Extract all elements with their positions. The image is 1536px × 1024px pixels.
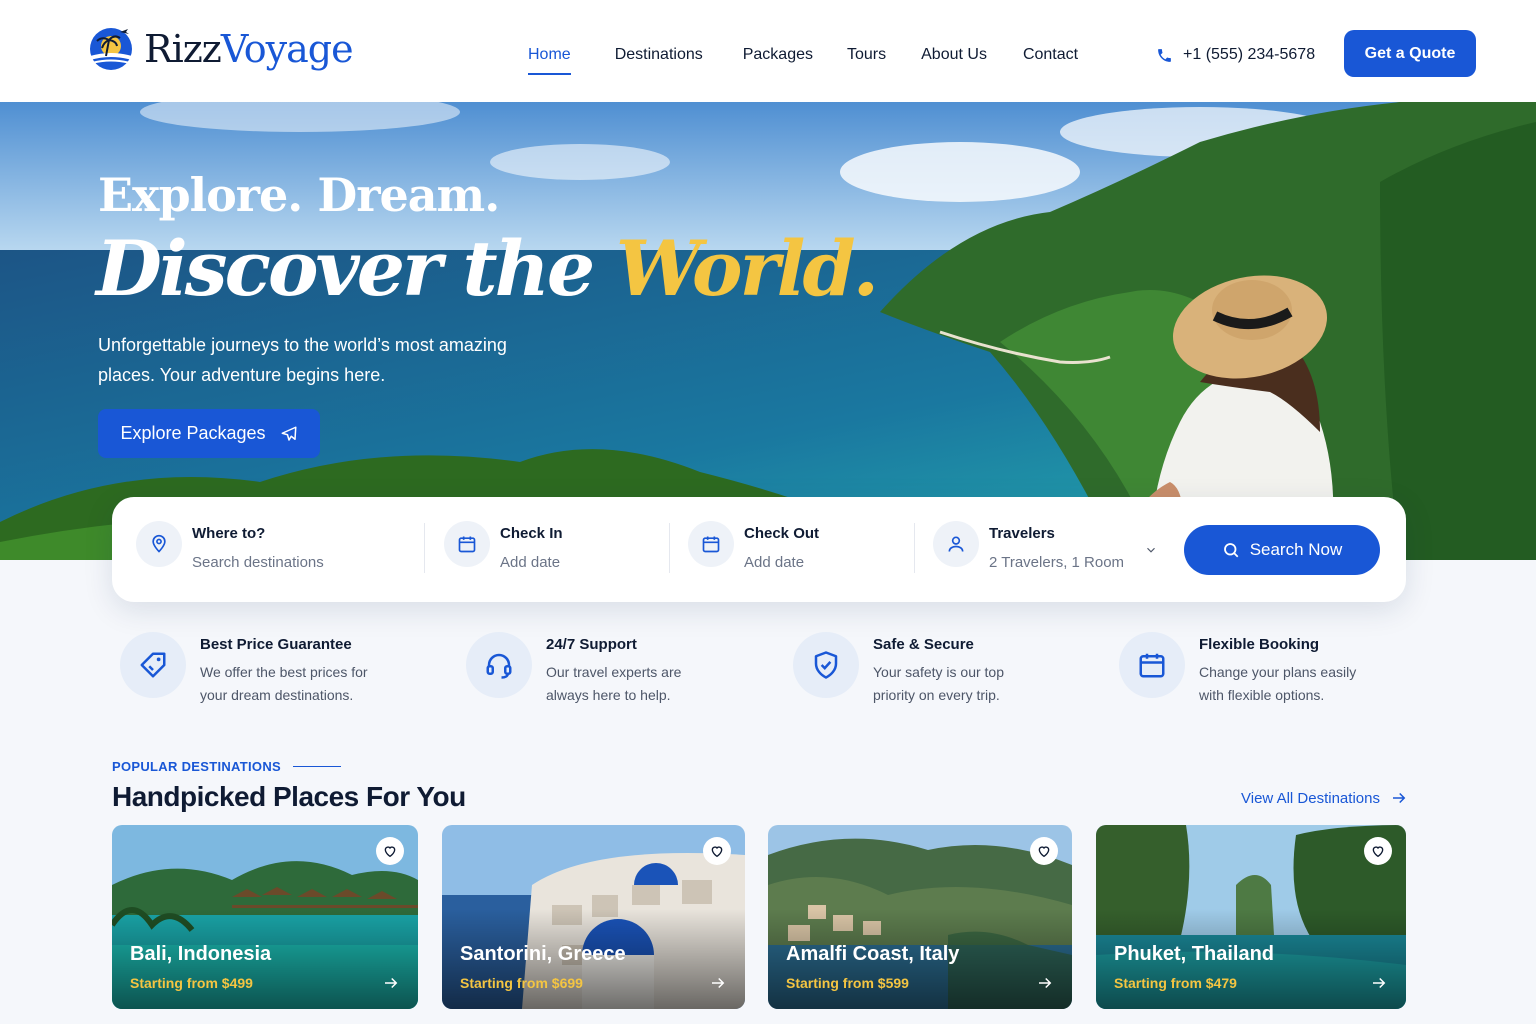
check-out-label: Check Out [744,525,820,542]
user-icon [933,521,979,567]
calendar-icon [688,521,734,567]
feature-best-price: Best Price Guarantee We offer the best p… [120,632,390,707]
nav-tours[interactable]: Tours [847,46,886,64]
phone-contact[interactable]: +1 (555) 234-5678 [1156,46,1315,64]
card-title: Santorini, Greece [460,943,626,965]
card-title: Bali, Indonesia [130,943,272,965]
headset-icon [466,632,532,698]
view-all-destinations-link[interactable]: View All Destinations [1241,789,1408,807]
feature-flexible-booking: Flexible Booking Change your plans easil… [1119,632,1369,707]
nav-destinations[interactable]: Destinations [615,46,703,64]
section-title: Handpicked Places For You [112,781,466,812]
brand-logo[interactable]: RizzVoyage [88,26,354,72]
shield-check-icon [793,632,859,698]
phone-number: +1 (555) 234-5678 [1183,46,1316,63]
destination-card-amalfi[interactable]: Amalfi Coast, Italy Starting from $599 [768,825,1072,1009]
where-to-label: Where to? [192,525,266,542]
feature-description: Your safety is our top priority on every… [873,664,1005,703]
feature-title: 24/7 Support [546,636,637,653]
feature-description: Change your plans easily with flexible o… [1199,664,1357,703]
where-to-field[interactable]: Where to? Search destinations [136,521,324,571]
nav-about-us[interactable]: About Us [921,46,987,64]
feature-support: 24/7 Support Our travel experts are alwa… [466,632,706,707]
eyebrow-text: POPULAR DESTINATIONS [112,759,281,774]
card-price: Starting from $499 [130,975,253,991]
airplane-icon [281,426,297,441]
feature-safe-secure: Safe & Secure Your safety is our top pri… [793,632,1023,707]
favorite-heart-icon[interactable] [703,837,731,865]
travelers-label: Travelers [989,525,1055,542]
divider [914,523,915,573]
arrow-right-icon[interactable] [709,974,727,992]
check-out-placeholder: Add date [744,554,805,571]
main-menu: Home Destinations Packages Tours About U… [528,46,1078,75]
card-price: Starting from $599 [786,975,909,991]
check-in-placeholder: Add date [500,554,561,571]
nav-packages[interactable]: Packages [743,46,813,64]
check-in-label: Check In [500,525,563,542]
get-quote-button[interactable]: Get a Quote [1344,30,1476,77]
card-price: Starting from $479 [1114,975,1237,991]
arrow-right-icon[interactable] [1370,974,1388,992]
arrow-right-icon [1392,792,1406,804]
divider [424,523,425,573]
location-pin-icon [136,521,182,567]
card-title: Amalfi Coast, Italy [786,943,960,965]
price-tag-icon [120,632,186,698]
arrow-right-icon[interactable] [1036,974,1054,992]
where-to-placeholder: Search destinations [192,554,324,571]
top-navbar: RizzVoyage Home Destinations Packages To… [0,0,1536,102]
hero-heading-line1: Explore. Dream. [98,168,500,222]
search-now-button[interactable]: Search Now [1184,525,1380,575]
hero-section: Explore. Dream. Discover the World. Unfo… [0,102,1536,560]
favorite-heart-icon[interactable] [1364,837,1392,865]
hero-heading-line2: Discover the World. [96,224,879,313]
feature-description: Our travel experts are always here to he… [546,664,682,703]
destination-card-phuket[interactable]: Phuket, Thailand Starting from $479 [1096,825,1406,1009]
chevron-down-icon[interactable] [1144,543,1158,557]
explore-packages-label: Explore Packages [120,423,266,443]
arrow-right-icon[interactable] [382,974,400,992]
card-title: Phuket, Thailand [1114,943,1275,965]
view-all-label: View All Destinations [1241,789,1380,807]
feature-description: We offer the best prices for your dream … [200,664,368,703]
destination-card-bali[interactable]: Bali, Indonesia Starting from $499 [112,825,418,1009]
favorite-heart-icon[interactable] [376,837,404,865]
palm-island-logo-icon [90,28,132,70]
feature-title: Best Price Guarantee [200,636,352,653]
card-price: Starting from $699 [460,975,583,991]
check-out-field[interactable]: Check Out Add date [688,521,819,571]
destination-card-santorini[interactable]: Santorini, Greece Starting from $699 [442,825,745,1009]
calendar-icon [1119,632,1185,698]
check-in-field[interactable]: Check In Add date [444,521,563,571]
hero-heading-highlight: World. [615,224,879,313]
travelers-field[interactable]: Travelers 2 Travelers, 1 Room [933,521,1124,571]
favorite-heart-icon[interactable] [1030,837,1058,865]
eyebrow-line [293,766,341,767]
feature-title: Safe & Secure [873,636,974,653]
search-bar: Where to? Search destinations Check In A… [112,497,1406,602]
hero-heading-white: Discover the [96,224,616,313]
brand-name-part1: Rizz [144,27,222,71]
brand-name-part2: Voyage [220,27,354,71]
calendar-icon [444,521,490,567]
brand-name: RizzVoyage [144,27,354,71]
nav-home[interactable]: Home [528,46,571,75]
hero-subtitle: Unforgettable journeys to the world’s mo… [98,335,507,385]
explore-packages-button[interactable]: Explore Packages [98,409,320,458]
phone-icon [1158,48,1171,62]
search-icon [1223,543,1239,558]
nav-contact[interactable]: Contact [1023,46,1078,64]
search-now-label: Search Now [1249,540,1343,559]
feature-title: Flexible Booking [1199,636,1320,653]
divider [669,523,670,573]
travelers-value: 2 Travelers, 1 Room [989,554,1125,571]
section-eyebrow: POPULAR DESTINATIONS [112,759,341,774]
